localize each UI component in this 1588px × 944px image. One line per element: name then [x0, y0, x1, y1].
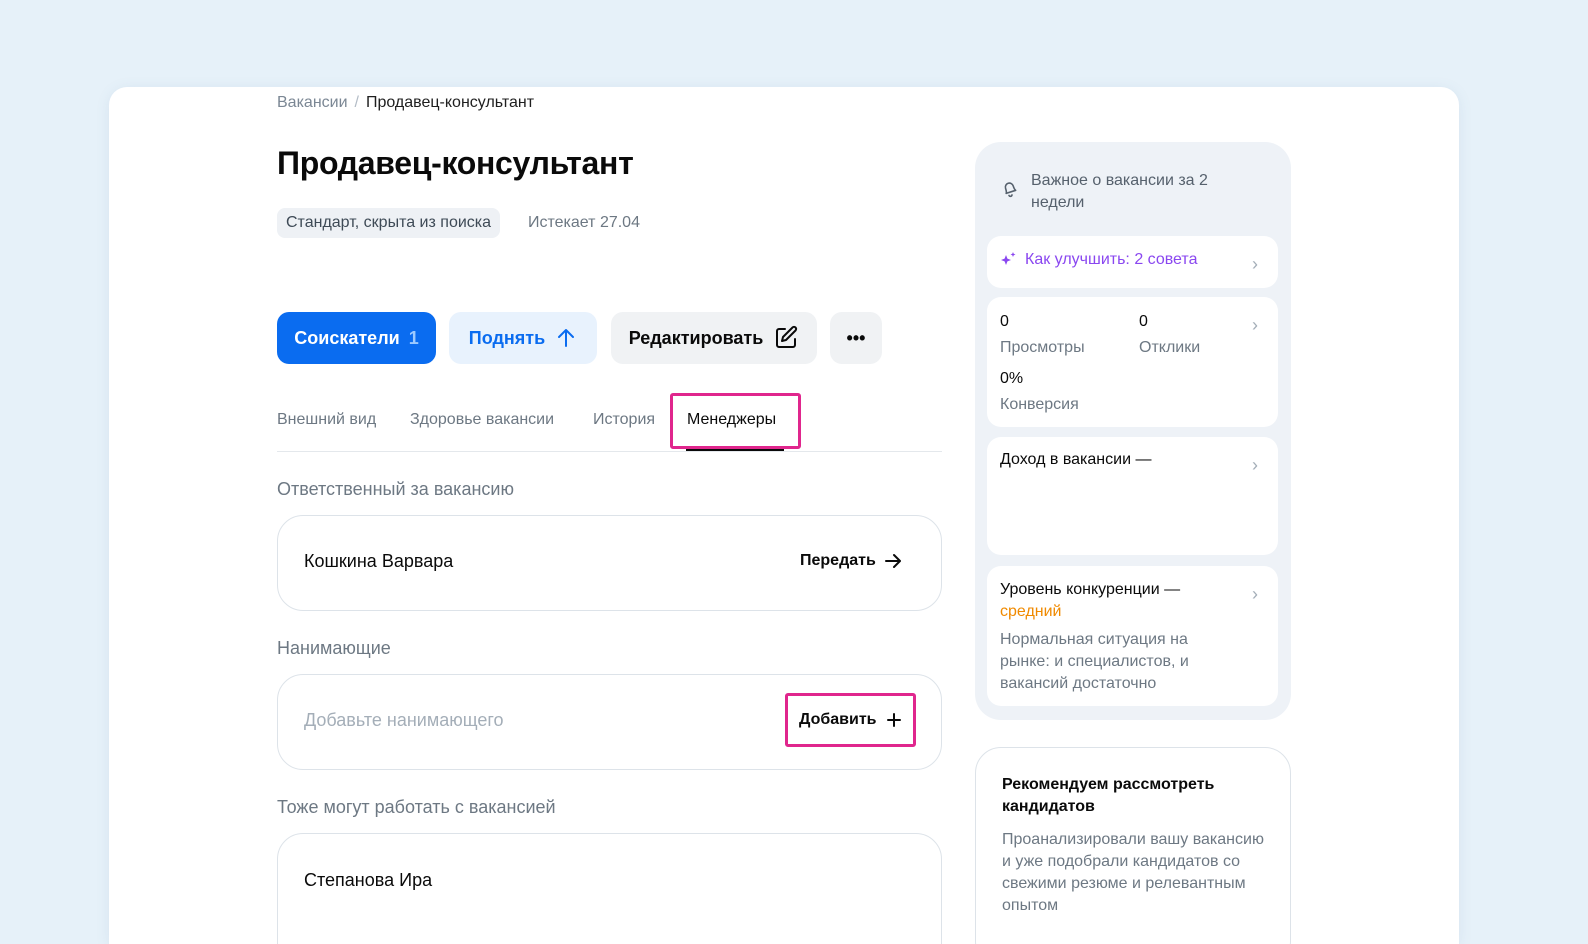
views-value: 0	[1000, 313, 1009, 330]
hiring-panel: Добавьте нанимающего Добавить	[277, 674, 942, 770]
recommend-candidates-card[interactable]: Рекомендуем рассмотреть кандидатов Проан…	[975, 747, 1291, 944]
transfer-label: Передать	[800, 552, 876, 569]
highlight-box-tab	[670, 393, 801, 449]
vacancy-insights-sidebar: Важное о вакансии за 2 недели Как улучши…	[975, 142, 1291, 720]
improve-tips-link: Как улучшить: 2 совета	[1025, 251, 1198, 268]
edit-label: Редактировать	[628, 327, 764, 348]
also-name: Степанова Ира	[304, 870, 433, 890]
breadcrumb-separator: /	[354, 94, 359, 111]
arrow-right-icon	[884, 554, 901, 568]
competition-title: Уровень конкуренции —	[1000, 581, 1181, 598]
sparkles-icon	[1001, 252, 1016, 265]
conversion-stat: 0% Конверсия	[1000, 366, 1079, 418]
competition-text: Уровень конкуренции — средний Нормальная…	[1000, 579, 1240, 695]
views-label: Просмотры	[1000, 339, 1085, 356]
more-icon: •••	[846, 327, 866, 348]
insights-header-text: Важное о вакансии за 2 недели	[1031, 172, 1208, 211]
chevron-right-icon: ›	[1252, 584, 1258, 604]
expiry-text: Истекает 27.04	[528, 214, 640, 231]
competition-card[interactable]: Уровень конкуренции — средний Нормальная…	[987, 566, 1278, 706]
responsible-name: Кошкина Варвара	[304, 551, 454, 571]
responses-value: 0	[1139, 313, 1148, 330]
tab-history[interactable]: История	[593, 411, 655, 429]
tab-appearance[interactable]: Внешний вид	[277, 411, 376, 429]
edit-icon	[776, 325, 798, 348]
responses-label: Отклики	[1139, 339, 1201, 356]
responsible-panel: Кошкина Варвара Передать	[277, 515, 942, 611]
bell-icon	[1004, 182, 1017, 198]
tab-bar: Внешний вид Здоровье вакансии История Ме…	[277, 391, 942, 452]
edit-button[interactable]: Редактировать	[611, 312, 817, 364]
raise-label: Поднять	[468, 327, 546, 348]
hiring-section-label: Нанимающие	[277, 638, 391, 658]
chevron-right-icon: ›	[1252, 315, 1258, 335]
breadcrumb-current: Продавец-консультант	[365, 94, 535, 111]
vacancy-card: Вакансии / Продавец-консультант Продавец-к…	[109, 87, 1459, 944]
chevron-right-icon: ›	[1252, 455, 1258, 475]
improve-tips-card[interactable]: Как улучшить: 2 совета ›	[987, 236, 1278, 288]
tab-vacancy-health[interactable]: Здоровье вакансии	[410, 411, 554, 429]
income-card[interactable]: Доход в вакансии — ›	[987, 437, 1278, 555]
stats-card[interactable]: 0 Просмотры 0 Отклики 0% Конверсия ›	[987, 297, 1278, 427]
also-section-label: Тоже могут работать с вакансией	[277, 797, 556, 817]
conversion-value: 0%	[1000, 370, 1024, 387]
transfer-button[interactable]: Передать	[800, 552, 902, 570]
recommend-description: Проанализировали вашу вакансию и уже под…	[1002, 831, 1264, 914]
responsible-section-label: Ответственный за вакансию	[277, 479, 514, 499]
raise-button[interactable]: Поднять	[449, 312, 597, 364]
competition-description: Нормальная ситуация на рынке: и специали…	[1000, 631, 1189, 692]
applicants-label: Соискатели	[294, 327, 400, 348]
breadcrumb-vacancies-link[interactable]: Вакансии	[277, 94, 348, 111]
hiring-placeholder: Добавьте нанимающего	[304, 710, 504, 730]
income-title: Доход в вакансии —	[1000, 451, 1152, 468]
arrow-up-icon	[558, 329, 575, 347]
chevron-right-icon: ›	[1252, 254, 1258, 274]
also-panel: Степанова Ира	[277, 833, 942, 944]
conversion-label: Конверсия	[1000, 396, 1079, 413]
recommend-title: Рекомендуем рассмотреть кандидатов	[1002, 776, 1215, 815]
applicants-count: 1	[408, 327, 419, 348]
more-button[interactable]: •••	[830, 312, 882, 364]
status-badge: Стандарт, скрыта из поиска	[277, 208, 501, 238]
breadcrumb: Вакансии / Продавец-консультант	[277, 94, 534, 112]
competition-level: средний	[1000, 603, 1062, 620]
views-stat: 0 Просмотры	[1000, 309, 1085, 361]
page-title: Продавец-консультант	[277, 145, 634, 181]
highlight-box-add	[785, 693, 916, 747]
responses-stat: 0 Отклики	[1139, 309, 1200, 361]
applicants-button[interactable]: Соискатели 1	[277, 312, 436, 364]
